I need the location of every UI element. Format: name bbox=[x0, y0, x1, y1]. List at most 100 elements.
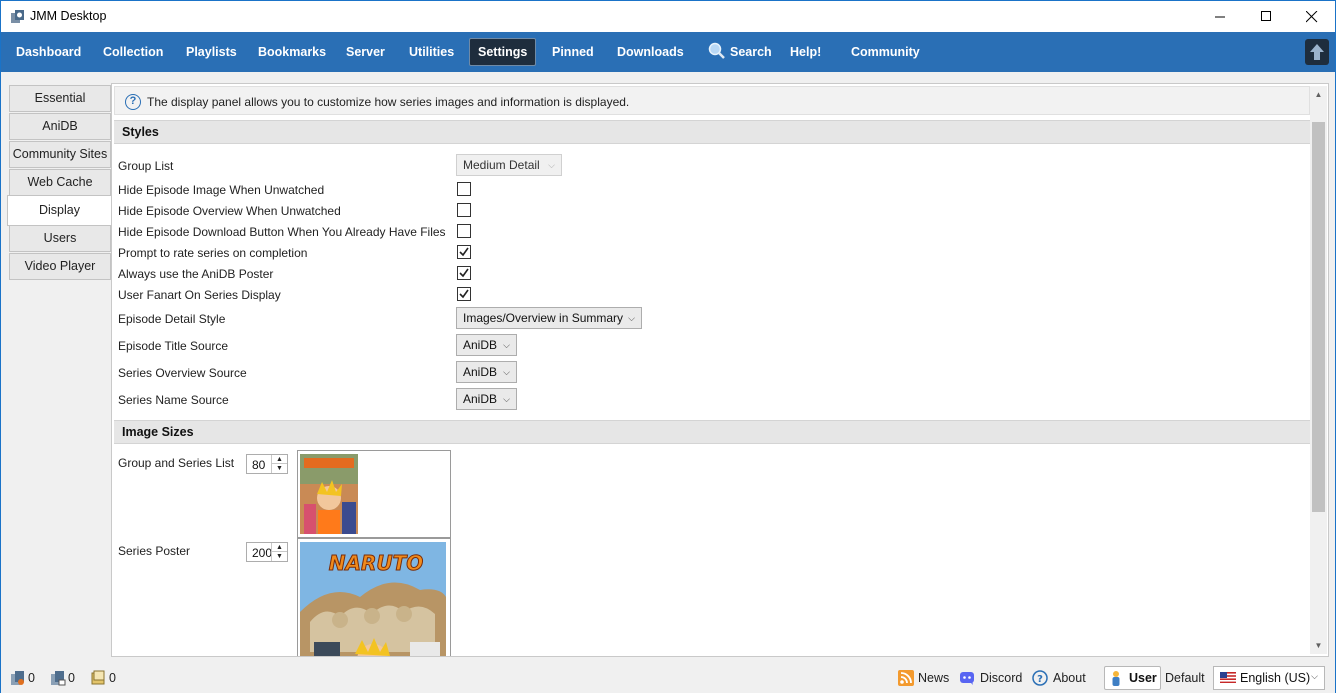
chevron-down-icon: ⌵ bbox=[503, 394, 510, 404]
episode-title-source-dropdown[interactable]: AniDB ⌵ bbox=[456, 334, 517, 356]
checkmark-icon bbox=[459, 247, 469, 257]
news-link[interactable]: News bbox=[918, 671, 949, 685]
checkbox-user-fanart[interactable] bbox=[457, 287, 471, 301]
file-queue-count: 0 bbox=[68, 671, 75, 685]
stepper-up-icon[interactable]: ▲ bbox=[272, 455, 287, 464]
minimize-icon bbox=[1214, 16, 1225, 18]
episode-title-source-value: AniDB bbox=[463, 338, 498, 352]
info-text: The display panel allows you to customiz… bbox=[147, 95, 630, 109]
minimize-button[interactable] bbox=[1197, 1, 1243, 32]
nav-server[interactable]: Server bbox=[338, 38, 393, 66]
tab-video-player[interactable]: Video Player bbox=[9, 253, 111, 280]
display-settings-panel: ? The display panel allows you to custom… bbox=[111, 83, 1329, 657]
default-profile-label: Default bbox=[1165, 671, 1205, 685]
poster-logo-text: NARUTO bbox=[329, 551, 424, 575]
check-label-hide-episode-overview: Hide Episode Overview When Unwatched bbox=[118, 204, 341, 218]
checkbox-prompt-rate[interactable] bbox=[457, 245, 471, 259]
nav-search[interactable]: Search bbox=[699, 38, 780, 66]
series-poster-image: NARUTO bbox=[300, 542, 446, 656]
styles-heading: Styles bbox=[114, 120, 1310, 144]
group-series-list-size-label: Group and Series List bbox=[118, 456, 235, 470]
upgrade-button[interactable] bbox=[1305, 39, 1329, 65]
check-label-prompt-rate: Prompt to rate series on completion bbox=[118, 246, 308, 260]
nav-downloads[interactable]: Downloads bbox=[609, 38, 692, 66]
group-series-list-size-stepper[interactable]: 80 ▲ ▼ bbox=[246, 454, 288, 474]
series-overview-source-value: AniDB bbox=[463, 365, 498, 379]
check-label-hide-download-button: Hide Episode Download Button When You Al… bbox=[118, 225, 446, 239]
group-series-list-size-value: 80 bbox=[252, 458, 266, 472]
user-button[interactable]: User bbox=[1104, 666, 1161, 690]
episode-detail-style-label: Episode Detail Style bbox=[118, 312, 226, 326]
svg-text:?: ? bbox=[1037, 674, 1043, 685]
series-poster-size-stepper[interactable]: 200 ▲ ▼ bbox=[246, 542, 288, 562]
nav-pinned[interactable]: Pinned bbox=[544, 38, 602, 66]
nav-dashboard[interactable]: Dashboard bbox=[8, 38, 89, 66]
language-value: English (US) bbox=[1240, 671, 1311, 685]
group-list-dropdown[interactable]: Medium Detail ⌵ bbox=[456, 154, 562, 176]
stepper-down-icon[interactable]: ▼ bbox=[272, 464, 287, 473]
image-sizes-heading: Image Sizes bbox=[114, 420, 1310, 444]
episode-detail-style-value: Images/Overview in Summary bbox=[463, 311, 624, 325]
nav-utilities[interactable]: Utilities bbox=[401, 38, 462, 66]
about-icon: ? bbox=[1032, 670, 1048, 686]
scroll-up-icon[interactable]: ▲ bbox=[1310, 86, 1327, 103]
stepper-buttons: ▲ ▼ bbox=[271, 455, 287, 473]
close-button[interactable] bbox=[1289, 1, 1335, 32]
series-name-source-value: AniDB bbox=[463, 392, 498, 406]
check-label-hide-episode-image: Hide Episode Image When Unwatched bbox=[118, 183, 325, 197]
nav-settings[interactable]: Settings bbox=[469, 38, 537, 66]
series-thumbnail-image bbox=[300, 454, 358, 534]
status-bar: 0 0 0 News Discord ? About User Default bbox=[1, 663, 1335, 693]
nav-help[interactable]: Help! bbox=[782, 38, 829, 66]
group-list-value: Medium Detail bbox=[463, 158, 540, 172]
file-queue-icon bbox=[51, 671, 66, 686]
info-banner: ? The display panel allows you to custom… bbox=[114, 86, 1310, 115]
chevron-down-icon: ⌵ bbox=[503, 340, 510, 350]
discord-link[interactable]: Discord bbox=[980, 671, 1022, 685]
tab-display[interactable]: Display bbox=[7, 195, 112, 226]
checkbox-anidb-poster[interactable] bbox=[457, 266, 471, 280]
series-name-source-dropdown[interactable]: AniDB ⌵ bbox=[456, 388, 517, 410]
about-link[interactable]: About bbox=[1053, 671, 1086, 685]
language-dropdown[interactable]: English (US) ⌵ bbox=[1213, 666, 1325, 690]
scroll-down-icon[interactable]: ▼ bbox=[1310, 637, 1327, 654]
check-label-user-fanart: User Fanart On Series Display bbox=[118, 288, 281, 302]
hasher-queue-icon bbox=[11, 671, 24, 685]
tab-users[interactable]: Users bbox=[9, 225, 111, 252]
series-poster-size-value: 200 bbox=[252, 546, 273, 560]
nav-bookmarks[interactable]: Bookmarks bbox=[250, 38, 334, 66]
import-queue-icon bbox=[91, 670, 105, 685]
series-poster-size-label: Series Poster bbox=[118, 544, 191, 558]
checkbox-hide-episode-image[interactable] bbox=[457, 182, 471, 196]
stepper-buttons: ▲ ▼ bbox=[271, 543, 287, 561]
tab-community-sites[interactable]: Community Sites bbox=[9, 141, 111, 168]
series-name-source-label: Series Name Source bbox=[118, 393, 229, 407]
nav-collection[interactable]: Collection bbox=[95, 38, 171, 66]
import-queue-count: 0 bbox=[109, 671, 116, 685]
series-overview-source-dropdown[interactable]: AniDB ⌵ bbox=[456, 361, 517, 383]
close-icon bbox=[1306, 10, 1318, 22]
upload-arrow-icon bbox=[1310, 44, 1324, 60]
checkbox-hide-download-button[interactable] bbox=[457, 224, 471, 238]
group-series-list-preview bbox=[297, 450, 451, 538]
scrollbar-thumb[interactable] bbox=[1312, 122, 1325, 512]
help-icon: ? bbox=[125, 94, 141, 110]
rss-news-icon bbox=[898, 670, 914, 686]
tab-web-cache[interactable]: Web Cache bbox=[9, 169, 111, 196]
tab-essential[interactable]: Essential bbox=[9, 85, 111, 112]
tab-anidb[interactable]: AniDB bbox=[9, 113, 111, 140]
episode-detail-style-dropdown[interactable]: Images/Overview in Summary ⌵ bbox=[456, 307, 642, 329]
checkmark-icon bbox=[459, 289, 469, 299]
checkbox-hide-episode-overview[interactable] bbox=[457, 203, 471, 217]
vertical-scrollbar[interactable]: ▲ ▼ bbox=[1310, 86, 1327, 654]
group-list-label: Group List bbox=[118, 159, 174, 173]
hasher-queue-count: 0 bbox=[28, 671, 35, 685]
nav-community[interactable]: Community bbox=[843, 38, 928, 66]
chevron-down-icon: ⌵ bbox=[628, 313, 635, 323]
nav-playlists[interactable]: Playlists bbox=[178, 38, 245, 66]
stepper-up-icon[interactable]: ▲ bbox=[272, 543, 287, 552]
user-label: User bbox=[1129, 671, 1157, 685]
stepper-down-icon[interactable]: ▼ bbox=[272, 552, 287, 561]
check-label-anidb-poster: Always use the AniDB Poster bbox=[118, 267, 274, 281]
maximize-button[interactable] bbox=[1243, 1, 1289, 32]
